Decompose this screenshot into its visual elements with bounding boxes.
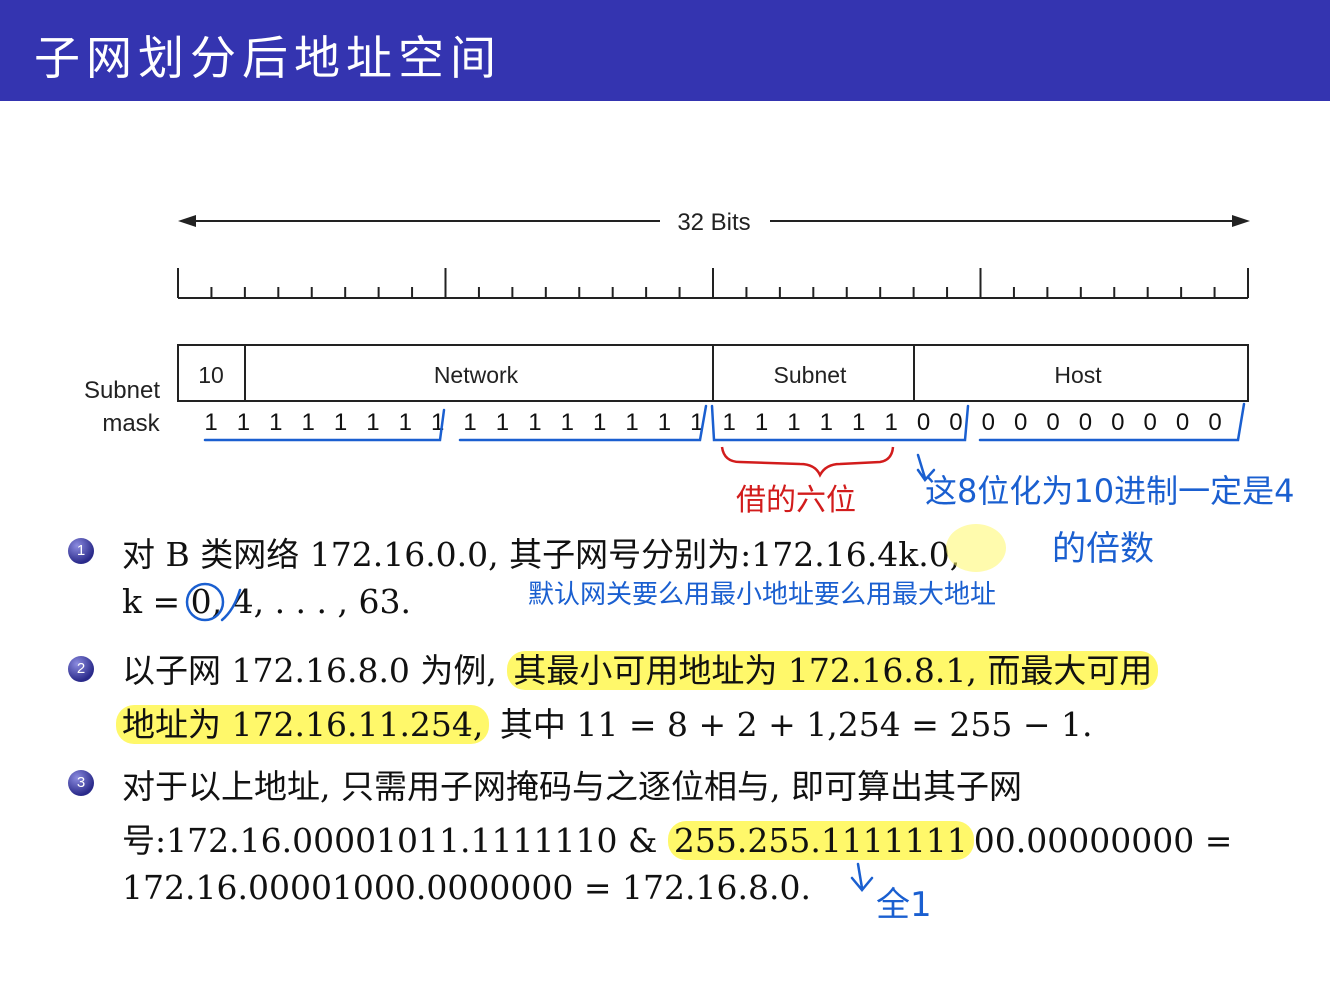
item-2-line-1: 以子网 172.16.8.0 为例, 其最小可用地址为 172.16.8.1, … (122, 644, 1159, 692)
mask-bit: 1 (884, 409, 897, 436)
field-host: Host (1054, 362, 1102, 388)
item-3-line-2-rest: 00.00000000 = (973, 821, 1233, 860)
mask-bit: 1 (204, 409, 217, 436)
mask-bit: 1 (528, 409, 541, 436)
bits-label: 32 Bits (677, 209, 750, 236)
mask-bit: 1 (301, 409, 314, 436)
mask-bit: 1 (334, 409, 347, 436)
mask-bit: 1 (431, 409, 444, 436)
mask-bit: 1 (723, 409, 736, 436)
mask-bit: 0 (1176, 409, 1189, 436)
bullet-1: 1 (68, 538, 94, 564)
item-1-line-1: 对 B 类网络 172.16.0.0, 其子网号分别为:172.16.4k.0, (122, 535, 961, 574)
mask-bit: 0 (949, 409, 962, 436)
field-class: 10 (198, 362, 224, 388)
item-2-line-2-text: 其中 11 = 8 + 2 + 1,254 = 255 − 1. (489, 705, 1093, 744)
bullet-3: 3 (68, 770, 94, 796)
mask-bit: 1 (463, 409, 476, 436)
mask-bit: 1 (852, 409, 865, 436)
mask-label-subnet: Subnet (84, 377, 160, 404)
item-2-line-2: 地址为 172.16.11.254, 其中 11 = 8 + 2 + 1,254… (116, 698, 1092, 746)
mask-bit: 1 (399, 409, 412, 436)
field-subnet: Subnet (774, 362, 848, 388)
mask-bit: 1 (820, 409, 833, 436)
mask-bit: 0 (1208, 409, 1221, 436)
mask-bit: 0 (1111, 409, 1124, 436)
bullet-2: 2 (68, 656, 94, 682)
item-2-highlight-2: 地址为 172.16.11.254, (116, 705, 490, 744)
item-3-line-2-text: 号:172.16.00001011.1111110 & (122, 821, 668, 860)
mask-bit: 1 (625, 409, 638, 436)
mask-bit: 0 (982, 409, 995, 436)
mask-bit: 1 (366, 409, 379, 436)
mask-bit: 0 (1046, 409, 1059, 436)
mask-label-mask: mask (102, 410, 160, 437)
mask-bit: 1 (787, 409, 800, 436)
mask-bit: 0 (1014, 409, 1027, 436)
field-box: 10 Network Subnet Host (177, 344, 1249, 402)
item-2-line-1-text: 以子网 172.16.8.0 为例, (122, 651, 508, 690)
mask-bit: 0 (1144, 409, 1157, 436)
field-network: Network (434, 362, 519, 388)
mask-bit: 0 (1079, 409, 1092, 436)
mask-bits: 11111111111111111111110000000000 (204, 409, 1221, 436)
mask-bit: 1 (237, 409, 250, 436)
item-3-highlight: 255.255.1111111 (667, 821, 974, 860)
mask-bit: 0 (917, 409, 930, 436)
mask-bit: 1 (593, 409, 606, 436)
item-3-line-1: 对于以上地址, 只需用子网掩码与之逐位相与, 即可算出其子网 (122, 767, 1022, 806)
mask-bit: 1 (496, 409, 509, 436)
mask-bit: 1 (658, 409, 671, 436)
item-3-line-3: 172.16.00001000.0000000 = 172.16.8.0. (122, 868, 811, 907)
mask-bit: 1 (561, 409, 574, 436)
bits-arrow: 32 Bits (178, 209, 1250, 236)
bit-ruler (177, 268, 1249, 299)
mask-bit: 1 (269, 409, 282, 436)
mask-bit: 1 (690, 409, 703, 436)
item-2-highlight-1: 其最小可用地址为 172.16.8.1, 而最大可用 (507, 651, 1159, 690)
item-3-line-2: 号:172.16.00001011.1111110 & 255.255.1111… (122, 814, 1232, 862)
item-1-line-2: k = 0, 4, . . . , 63. (122, 582, 411, 621)
mask-bit: 1 (755, 409, 768, 436)
